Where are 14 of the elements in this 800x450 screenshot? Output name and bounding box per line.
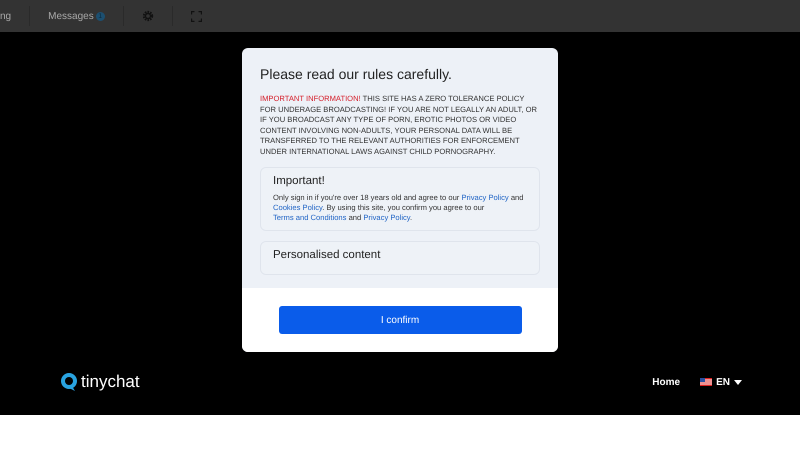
logo-text[interactable]: tinychat (81, 372, 140, 392)
card-title: Important! (273, 175, 326, 187)
fullscreen-icon[interactable] (190, 10, 202, 22)
dialog-title: Please read our rules carefully. (260, 66, 453, 82)
flag-icon (700, 378, 712, 386)
language-selector[interactable]: EN (700, 376, 742, 388)
confirm-button[interactable]: I confirm (278, 306, 522, 334)
caret-icon (734, 380, 742, 384)
logo-icon (60, 372, 78, 392)
card-title: Personalised content (273, 249, 382, 261)
settings-icon[interactable] (142, 10, 154, 22)
home-link[interactable]: Home (652, 376, 680, 388)
tab-label[interactable]: ng (0, 10, 12, 22)
messages-tab[interactable]: Messages (48, 10, 94, 22)
